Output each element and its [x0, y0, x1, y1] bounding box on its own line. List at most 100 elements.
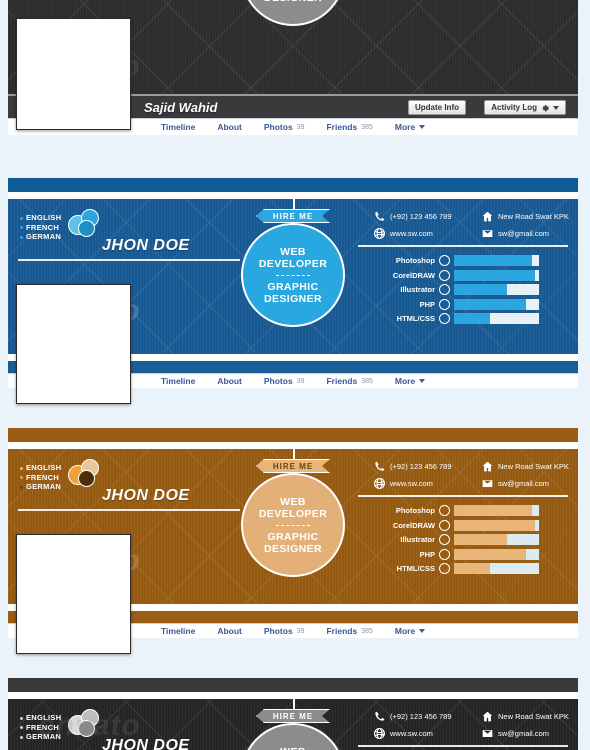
contact-phone[interactable]: (+92) 123 456 789: [374, 711, 482, 722]
bullet-icon: [20, 716, 23, 720]
address-value: New Road Swat KPK: [498, 462, 569, 471]
phone-value: (+92) 123 456 789: [390, 212, 452, 221]
contacts-divider: [358, 245, 568, 247]
nav-label: About: [217, 626, 242, 636]
phone-value: (+92) 123 456 789: [390, 712, 452, 721]
skill-label: Illustrator: [400, 535, 435, 544]
contact-phone[interactable]: (+92) 123 456 789: [374, 461, 482, 472]
nav-item-friends[interactable]: Friends 385: [315, 119, 383, 135]
hire-me-ribbon[interactable]: HIRE ME: [256, 459, 330, 473]
nav-label: Photos: [263, 626, 293, 636]
contact-website[interactable]: www.sw.com: [374, 728, 482, 739]
cover-name: JHON DOE: [102, 487, 190, 504]
home-icon: [482, 711, 493, 722]
skill-fill: [454, 269, 535, 281]
update-info-button[interactable]: Update Info: [408, 100, 466, 115]
nav-item-photos[interactable]: Photos 39: [253, 374, 316, 388]
bullet-icon: [20, 735, 23, 739]
skill-fill: [454, 563, 490, 574]
skill-knob: [439, 255, 450, 266]
badge-role-line-a: WEB: [280, 495, 306, 508]
nav-item-friends[interactable]: Friends 385: [315, 374, 383, 388]
nav-item-timeline[interactable]: Timeline: [150, 624, 206, 638]
chevron-down-icon: [419, 125, 426, 129]
profile-photo-placeholder[interactable]: [16, 534, 131, 654]
cover-top-strip: [8, 678, 578, 692]
skill-track: [454, 255, 539, 266]
nav-label: Timeline: [161, 122, 196, 132]
cover-white-gap: [8, 692, 578, 699]
skill-knob: [439, 519, 450, 531]
nav-item-photos[interactable]: Photos 39: [253, 119, 316, 135]
language-item: ENGLISH: [20, 213, 61, 223]
contact-email[interactable]: sw@gmail.com: [482, 728, 549, 739]
hire-me-ribbon[interactable]: HIRE ME: [256, 209, 330, 223]
skill-fill: [454, 298, 527, 310]
nav-label: Photos: [263, 376, 293, 386]
contact-info: (+92) 123 456 789 New Road Swat KPK www.…: [374, 461, 569, 495]
address-value: New Road Swat KPK: [498, 712, 569, 721]
skill-row: PHP: [380, 548, 539, 560]
skill-track: [454, 313, 539, 324]
nav-item-about[interactable]: About: [206, 374, 253, 388]
profile-photo-placeholder[interactable]: [16, 18, 131, 130]
language-label: GERMAN: [26, 482, 62, 491]
nav-label: Friends: [326, 376, 358, 386]
nav-item-friends[interactable]: Friends 385: [315, 624, 383, 638]
chevron-down-icon: [419, 379, 426, 383]
nav-item-more[interactable]: More: [384, 624, 436, 638]
nav-item-about[interactable]: About: [206, 624, 253, 638]
contact-email[interactable]: sw@gmail.com: [482, 478, 549, 489]
cover-panel-dark-bottom: ENGLISH FRENCH GERMAN JHON DOE HIRE ME W…: [8, 678, 578, 750]
languages-list: ENGLISH FRENCH GERMAN: [20, 463, 61, 492]
skill-row: Photoshop: [380, 505, 539, 516]
envelope-icon: [482, 728, 493, 739]
nav-count: 39: [296, 123, 305, 131]
overlapping-circles-icon: [68, 709, 110, 739]
bullet-icon: [20, 235, 23, 239]
skill-track: [454, 519, 539, 531]
envelope-icon: [482, 478, 493, 489]
skill-label: CorelDRAW: [392, 270, 435, 280]
badge-role-line-a: WEB: [280, 746, 306, 750]
profile-photo-placeholder[interactable]: [16, 284, 131, 404]
skill-knob: [439, 269, 450, 281]
skill-knob: [439, 534, 450, 545]
activity-log-label: Activity Log: [491, 102, 537, 112]
nav-count: 39: [296, 377, 305, 385]
nav-item-timeline[interactable]: Timeline: [150, 119, 206, 135]
nav-item-more[interactable]: More: [384, 374, 436, 388]
nav-label: More: [394, 122, 416, 132]
envelope-icon: [482, 228, 493, 239]
skill-knob: [439, 313, 450, 324]
contact-email[interactable]: sw@gmail.com: [482, 228, 549, 239]
hire-me-ribbon[interactable]: HIRE ME: [256, 709, 330, 723]
cover-name: JHON DOE: [102, 237, 190, 254]
contacts-divider: [358, 745, 568, 747]
nav-count: 385: [361, 123, 373, 131]
nav-item-photos[interactable]: Photos 39: [253, 624, 316, 638]
nav-item-more[interactable]: More: [384, 119, 436, 135]
skill-track: [454, 505, 539, 516]
skill-label: Photoshop: [395, 506, 435, 515]
contact-phone[interactable]: (+92) 123 456 789: [374, 211, 482, 222]
cover-white-gap: [8, 442, 578, 449]
nav-label: Photos: [263, 122, 293, 132]
nav-item-about[interactable]: About: [206, 119, 253, 135]
bullet-icon: [20, 466, 23, 470]
language-item: FRENCH: [20, 223, 61, 233]
contact-website[interactable]: www.sw.com: [374, 478, 482, 489]
website-value: www.sw.com: [390, 479, 433, 488]
contact-website[interactable]: www.sw.com: [374, 228, 482, 239]
nav-item-timeline[interactable]: Timeline: [150, 374, 206, 388]
language-label: ENGLISH: [26, 213, 62, 222]
phone-icon: [374, 461, 385, 472]
skill-knob: [439, 563, 450, 574]
skill-fill: [454, 519, 535, 531]
activity-log-button[interactable]: Activity Log: [484, 100, 566, 115]
chevron-down-icon: [553, 105, 559, 110]
language-label: FRENCH: [26, 472, 60, 482]
language-item: GERMAN: [20, 232, 61, 242]
skill-row: CorelDRAW: [380, 519, 539, 531]
bullet-icon: [20, 226, 23, 230]
